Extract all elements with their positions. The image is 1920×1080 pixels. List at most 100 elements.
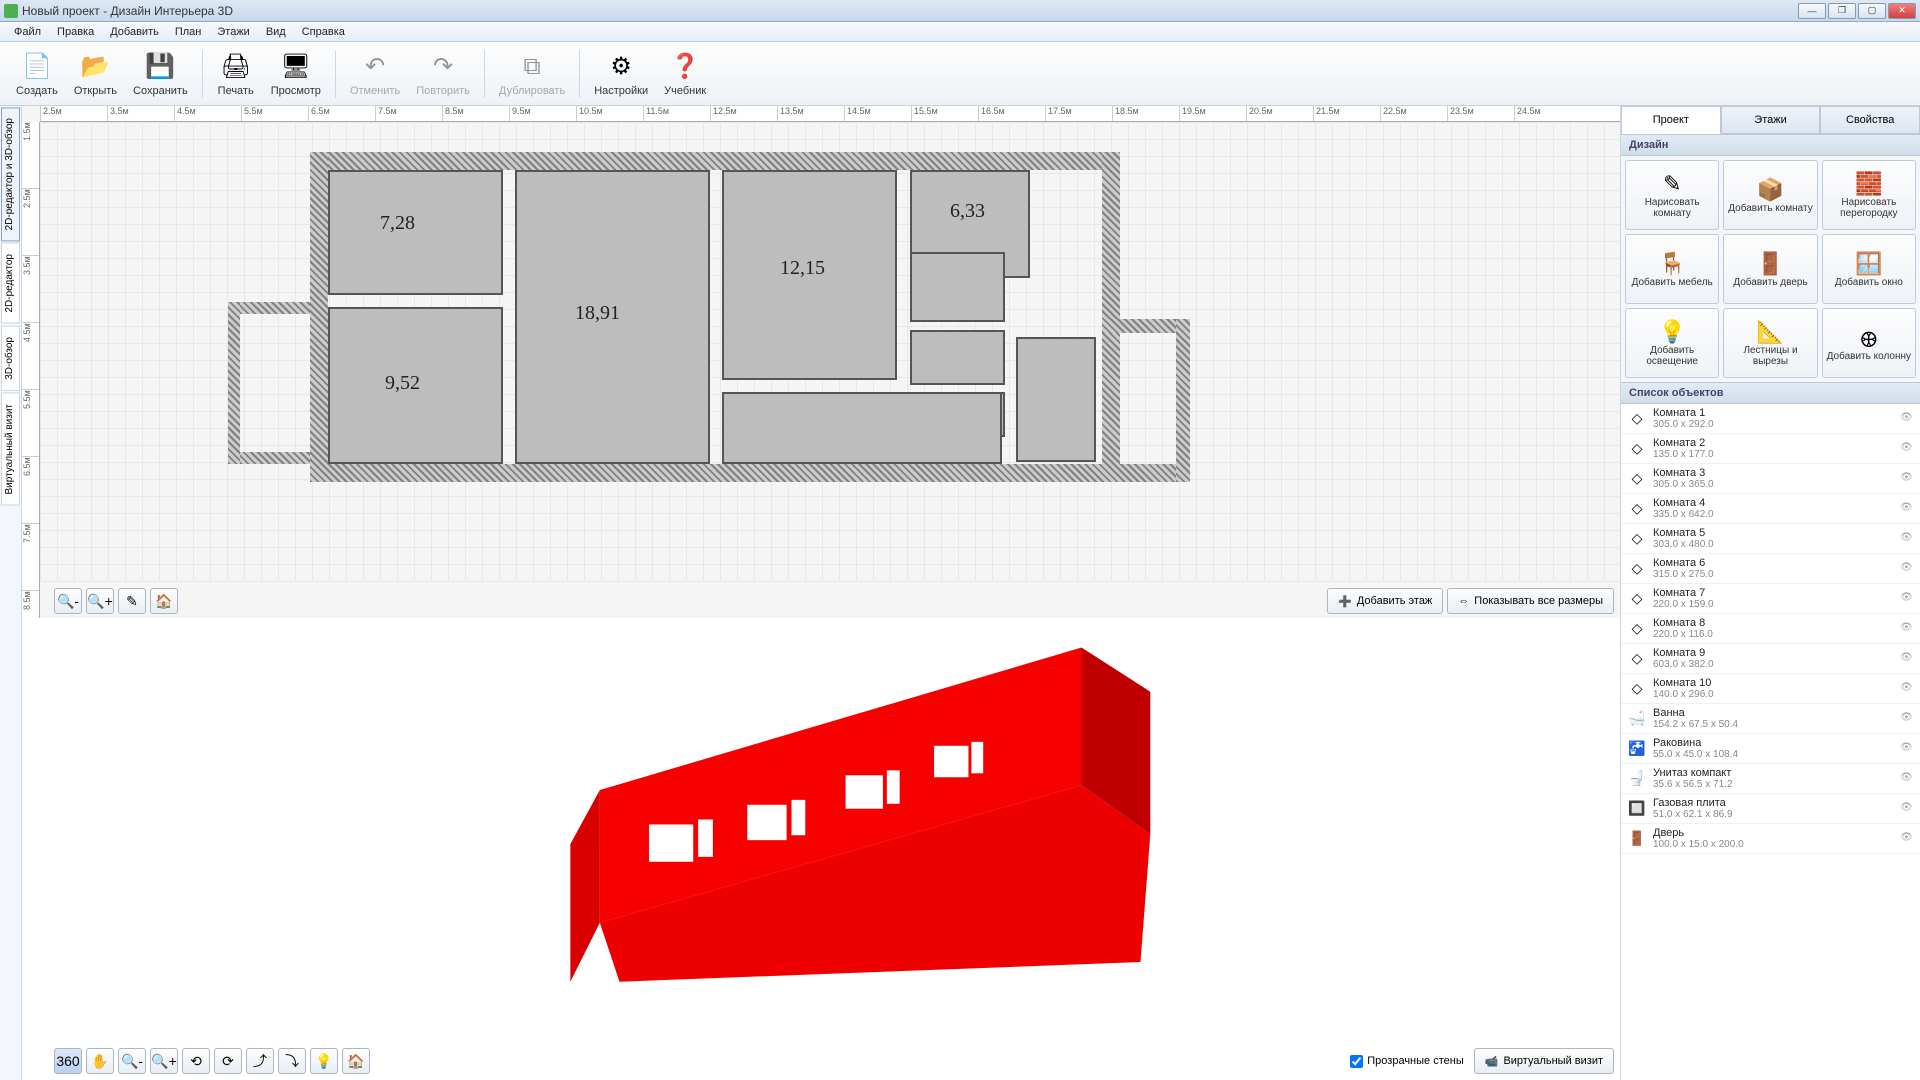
object-row[interactable]: ◇Комната 1305.0 x 292.0👁 xyxy=(1621,404,1920,434)
add-room-icon: 📦 xyxy=(1757,177,1784,203)
plan-tools: 🔍- 🔍+ ✎ 🏠 xyxy=(54,588,178,614)
object-row[interactable]: ◇Комната 2135.0 x 177.0👁 xyxy=(1621,434,1920,464)
visibility-icon[interactable]: 👁 xyxy=(1900,712,1914,726)
object-row[interactable]: 🚰Раковина55.0 x 45.0 x 108.4👁 xyxy=(1621,734,1920,764)
object-name: Дверь xyxy=(1653,827,1894,839)
tutorial-button[interactable]: ❓Учебник xyxy=(656,49,714,99)
home-3d-button[interactable]: 🏠 xyxy=(342,1048,370,1074)
save-button[interactable]: 💾Сохранить xyxy=(125,49,196,99)
object-row[interactable]: ◇Комната 7220.0 x 159.0👁 xyxy=(1621,584,1920,614)
sidetab-3d[interactable]: 3D-обзор xyxy=(1,326,20,391)
object-row[interactable]: ◇Комната 9603.0 x 382.0👁 xyxy=(1621,644,1920,674)
menu-Этажи[interactable]: Этажи xyxy=(209,24,257,40)
tab-properties[interactable]: Свойства xyxy=(1820,106,1920,134)
print-button[interactable]: 🖨Печать xyxy=(209,49,263,99)
visibility-icon[interactable]: 👁 xyxy=(1900,802,1914,816)
side-tabs: 2D-редактор и 3D-обзор 2D-редактор 3D-обзо… xyxy=(0,106,22,1080)
canvas-3d[interactable]: 360 ✋ 🔍- 🔍+ ⟲ ⟳ ⤴ ⤵ 💡 🏠 Прозрачные стены… xyxy=(22,618,1620,1080)
object-row[interactable]: 🚽Унитаз компакт35.6 x 56.5 x 71.2👁 xyxy=(1621,764,1920,794)
visibility-icon[interactable]: 👁 xyxy=(1900,502,1914,516)
object-dim: 305.0 x 292.0 xyxy=(1653,419,1894,430)
draw-partition-card[interactable]: 🧱Нарисовать перегородку xyxy=(1822,160,1916,230)
titlebar: Новый проект - Дизайн Интерьера 3D — ❐ ▢… xyxy=(0,0,1920,22)
sidetab-virtual[interactable]: Виртуальный визит xyxy=(1,393,20,506)
object-row[interactable]: 🚪Дверь100.0 x 15.0 x 200.0👁 xyxy=(1621,824,1920,854)
menu-Вид[interactable]: Вид xyxy=(258,24,294,40)
menu-Справка[interactable]: Справка xyxy=(294,24,353,40)
rotate-right-button[interactable]: ⟳ xyxy=(214,1048,242,1074)
visibility-icon[interactable]: 👁 xyxy=(1900,532,1914,546)
object-icon: ◇ xyxy=(1627,619,1647,639)
draw-room-card[interactable]: ✎Нарисовать комнату xyxy=(1625,160,1719,230)
zoom-in-3d-button[interactable]: 🔍+ xyxy=(150,1048,178,1074)
maximize-button[interactable]: ▢ xyxy=(1858,3,1886,19)
redo-icon: ↷ xyxy=(427,51,459,83)
visibility-icon[interactable]: 👁 xyxy=(1900,562,1914,576)
tab-project[interactable]: Проект xyxy=(1621,106,1721,134)
right-panel: Проект Этажи Свойства Дизайн ✎Нарисовать… xyxy=(1620,106,1920,1080)
zoom-out-button[interactable]: 🔍- xyxy=(54,588,82,614)
restore-button[interactable]: ❐ xyxy=(1828,3,1856,19)
transparent-walls-checkbox[interactable]: Прозрачные стены xyxy=(1350,1055,1463,1068)
object-row[interactable]: ◇Комната 5303.0 x 480.0👁 xyxy=(1621,524,1920,554)
visibility-icon[interactable]: 👁 xyxy=(1900,442,1914,456)
minimize-button[interactable]: — xyxy=(1798,3,1826,19)
visibility-icon[interactable]: 👁 xyxy=(1900,472,1914,486)
add-room-card[interactable]: 📦Добавить комнату xyxy=(1723,160,1817,230)
menu-Правка[interactable]: Правка xyxy=(49,24,102,40)
object-name: Унитаз компакт xyxy=(1653,767,1894,779)
object-row[interactable]: ◇Комната 10140.0 x 296.0👁 xyxy=(1621,674,1920,704)
add-window-card[interactable]: 🪟Добавить окно xyxy=(1822,234,1916,304)
object-row[interactable]: ◇Комната 4335.0 x 642.0👁 xyxy=(1621,494,1920,524)
show-dimensions-button[interactable]: ⇔Показывать все размеры xyxy=(1447,588,1614,614)
sidetab-2d[interactable]: 2D-редактор xyxy=(1,243,20,324)
visibility-icon[interactable]: 👁 xyxy=(1900,592,1914,606)
object-row[interactable]: 🔲Газовая плита51.0 x 62.1 x 86.9👁 xyxy=(1621,794,1920,824)
add-door-card[interactable]: 🚪Добавить дверь xyxy=(1723,234,1817,304)
pan-button[interactable]: ✋ xyxy=(86,1048,114,1074)
visibility-icon[interactable]: 👁 xyxy=(1900,742,1914,756)
canvas-2d[interactable]: 2.5м3.5м4.5м5.5м6.5м7.5м8.5м9.5м10.5м11.… xyxy=(22,106,1620,618)
visibility-icon[interactable]: 👁 xyxy=(1900,622,1914,636)
orbit-button[interactable]: 360 xyxy=(54,1048,82,1074)
zoom-in-button[interactable]: 🔍+ xyxy=(86,588,114,614)
virtual-visit-button[interactable]: 📹Виртуальный визит xyxy=(1474,1048,1614,1074)
home-button[interactable]: 🏠 xyxy=(150,588,178,614)
sidetab-both[interactable]: 2D-редактор и 3D-обзор xyxy=(1,107,20,241)
add-column-card[interactable]: 𐃏Добавить колонну xyxy=(1822,308,1916,378)
object-row[interactable]: ◇Комната 6315.0 x 275.0👁 xyxy=(1621,554,1920,584)
floorplan[interactable]: 7,28 18,91 12,15 6,33 9,52 xyxy=(310,152,1210,522)
zoom-out-3d-button[interactable]: 🔍- xyxy=(118,1048,146,1074)
settings-button[interactable]: ⚙Настройки xyxy=(586,49,656,99)
object-row[interactable]: ◇Комната 8220.0 x 116.0👁 xyxy=(1621,614,1920,644)
stairs-card[interactable]: 📐Лестницы и вырезы xyxy=(1723,308,1817,378)
visibility-icon[interactable]: 👁 xyxy=(1900,412,1914,426)
object-icon: 🛁 xyxy=(1627,709,1647,729)
object-name: Комната 9 xyxy=(1653,647,1894,659)
create-button[interactable]: 📄Создать xyxy=(8,49,66,99)
building-3d-model[interactable] xyxy=(22,618,1620,1080)
object-row[interactable]: 🛁Ванна154.2 x 67.5 x 50.4👁 xyxy=(1621,704,1920,734)
add-furniture-card[interactable]: 🪑Добавить мебель xyxy=(1625,234,1719,304)
open-button[interactable]: 📂Открыть xyxy=(66,49,125,99)
add-floor-button[interactable]: ➕Добавить этаж xyxy=(1327,588,1443,614)
object-row[interactable]: ◇Комната 3305.0 x 365.0👁 xyxy=(1621,464,1920,494)
visibility-icon[interactable]: 👁 xyxy=(1900,772,1914,786)
tilt-up-button[interactable]: ⤴ xyxy=(246,1048,274,1074)
light-button[interactable]: 💡 xyxy=(310,1048,338,1074)
floor-plan-area[interactable]: 7,28 18,91 12,15 6,33 9,52 xyxy=(40,122,1620,582)
close-button[interactable]: ✕ xyxy=(1888,3,1916,19)
visibility-icon[interactable]: 👁 xyxy=(1900,682,1914,696)
visibility-icon[interactable]: 👁 xyxy=(1900,652,1914,666)
preview-button[interactable]: 🖥Просмотр xyxy=(263,49,329,99)
menu-Добавить[interactable]: Добавить xyxy=(102,24,167,40)
add-light-card[interactable]: 💡Добавить освещение xyxy=(1625,308,1719,378)
tab-floors[interactable]: Этажи xyxy=(1721,106,1821,134)
tilt-down-button[interactable]: ⤵ xyxy=(278,1048,306,1074)
draw-tool-button[interactable]: ✎ xyxy=(118,588,146,614)
rotate-left-button[interactable]: ⟲ xyxy=(182,1048,210,1074)
visibility-icon[interactable]: 👁 xyxy=(1900,832,1914,846)
object-list[interactable]: ◇Комната 1305.0 x 292.0👁◇Комната 2135.0 … xyxy=(1621,404,1920,1080)
menu-Файл[interactable]: Файл xyxy=(6,24,49,40)
menu-План[interactable]: План xyxy=(167,24,210,40)
